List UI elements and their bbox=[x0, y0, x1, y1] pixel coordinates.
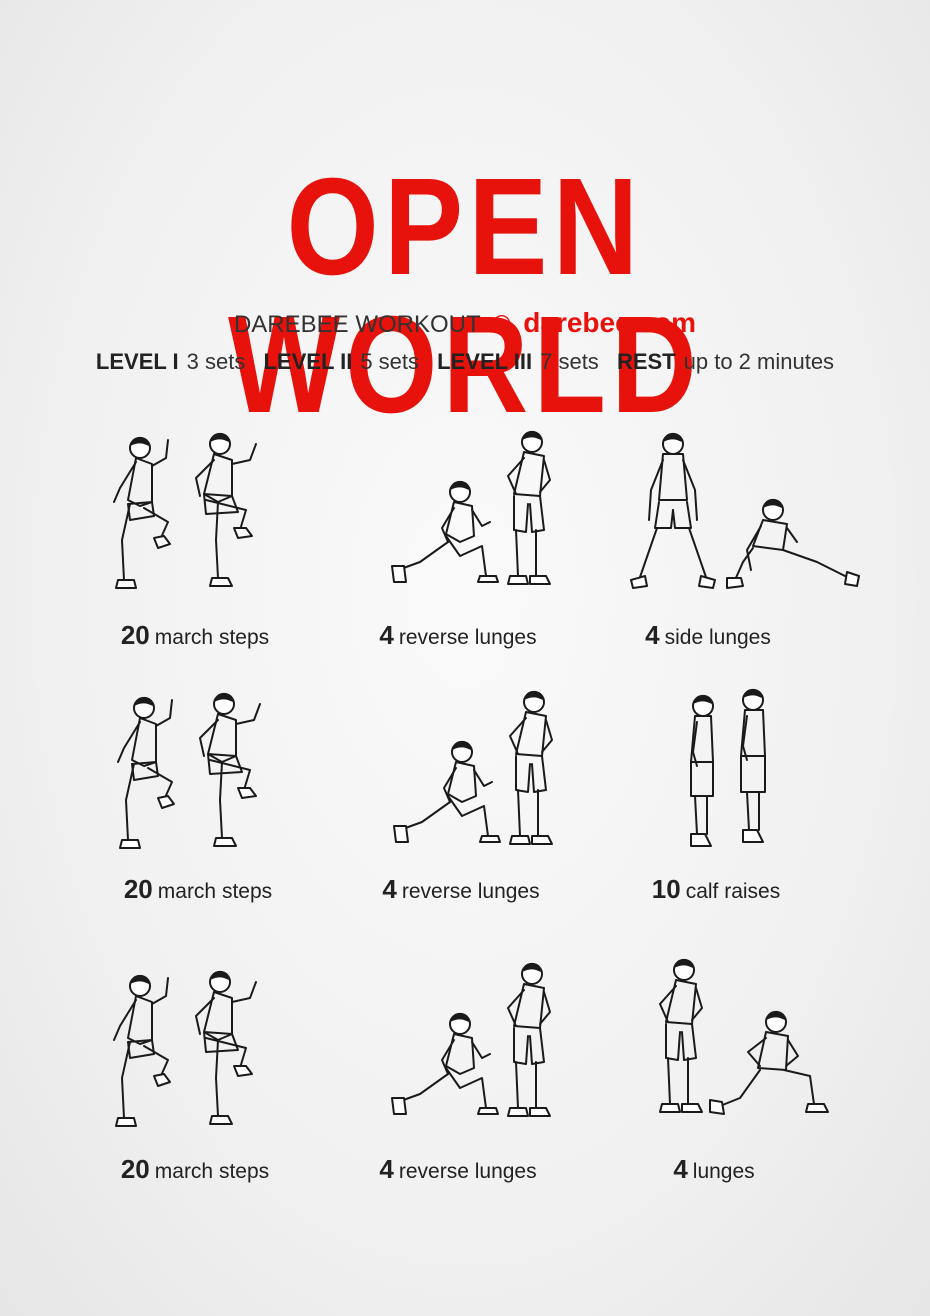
exercise-8-caption: 4 reverse lunges bbox=[313, 1154, 603, 1187]
exercise-count: 4 bbox=[379, 620, 394, 650]
page-title: OPEN WORLD bbox=[227, 150, 703, 442]
copyright-icon: © bbox=[492, 311, 511, 338]
level3-label: LEVEL III bbox=[437, 349, 533, 374]
exercise-name: calf raises bbox=[685, 880, 781, 903]
exercise-count: 4 bbox=[382, 874, 397, 904]
exercise-name: march steps bbox=[157, 880, 273, 903]
exercise-count: 20 bbox=[120, 1154, 150, 1184]
exercise-2-illustration bbox=[320, 424, 610, 594]
exercise-name: reverse lunges bbox=[398, 1160, 537, 1183]
level3-value: 7 sets bbox=[540, 349, 599, 374]
exercise-1-illustration bbox=[40, 424, 330, 594]
exercise-6-illustration bbox=[592, 680, 882, 860]
level2-value: 5 sets bbox=[360, 349, 420, 374]
exercise-count: 4 bbox=[379, 1154, 394, 1184]
exercise-5-illustration bbox=[322, 684, 612, 854]
level1-value: 3 sets bbox=[186, 349, 246, 374]
exercise-name: march steps bbox=[154, 1160, 270, 1183]
site-link[interactable]: darebee.com bbox=[523, 307, 696, 338]
side-lunges-icon bbox=[630, 431, 860, 589]
reverse-lunges-icon bbox=[393, 689, 553, 845]
exercise-name: lunges bbox=[692, 1160, 755, 1183]
rest-value: up to 2 minutes bbox=[683, 349, 835, 374]
exercise-3-illustration bbox=[592, 424, 882, 594]
exercise-6-caption: 10 calf raises bbox=[571, 874, 861, 907]
exercise-4-caption: 20 march steps bbox=[53, 874, 343, 907]
lunges-icon bbox=[659, 957, 829, 1115]
exercise-7-caption: 20 march steps bbox=[50, 1154, 340, 1187]
exercise-5-caption: 4 reverse lunges bbox=[316, 874, 606, 907]
level1-label: LEVEL I bbox=[95, 349, 179, 374]
exercise-name: reverse lunges bbox=[401, 880, 540, 903]
workout-label: DAREBEE WORKOUT bbox=[233, 311, 481, 338]
exercise-7-illustration bbox=[40, 962, 330, 1132]
exercise-count: 20 bbox=[123, 874, 153, 904]
exercise-name: reverse lunges bbox=[398, 626, 537, 649]
reverse-lunges-icon bbox=[391, 961, 551, 1117]
march-steps-icon bbox=[117, 691, 261, 849]
level2-label: LEVEL II bbox=[263, 349, 353, 374]
exercise-4-illustration bbox=[44, 684, 334, 854]
march-steps-icon bbox=[113, 431, 257, 589]
exercise-1-caption: 20 march steps bbox=[50, 620, 340, 653]
exercise-9-caption: 4 lunges bbox=[569, 1154, 859, 1187]
exercise-3-caption: 4 side lunges bbox=[563, 620, 853, 653]
exercise-name: side lunges bbox=[664, 626, 771, 649]
exercise-8-illustration bbox=[320, 954, 610, 1129]
march-steps-icon bbox=[113, 969, 257, 1127]
rest-label: REST bbox=[616, 349, 676, 374]
exercise-count: 20 bbox=[120, 620, 150, 650]
exercise-count: 10 bbox=[651, 874, 681, 904]
exercise-2-caption: 4 reverse lunges bbox=[313, 620, 603, 653]
exercise-9-illustration bbox=[590, 950, 880, 1130]
reverse-lunges-icon bbox=[391, 429, 551, 585]
brand-line: DAREBEE WORKOUT © darebee.com bbox=[0, 306, 930, 342]
exercise-name: march steps bbox=[154, 626, 270, 649]
exercise-count: 4 bbox=[673, 1154, 688, 1184]
exercise-count: 4 bbox=[645, 620, 660, 650]
calf-raises-icon bbox=[690, 687, 766, 847]
levels-line: LEVEL I 3 sets LEVEL II 5 sets LEVEL III 7 … bbox=[0, 346, 930, 378]
